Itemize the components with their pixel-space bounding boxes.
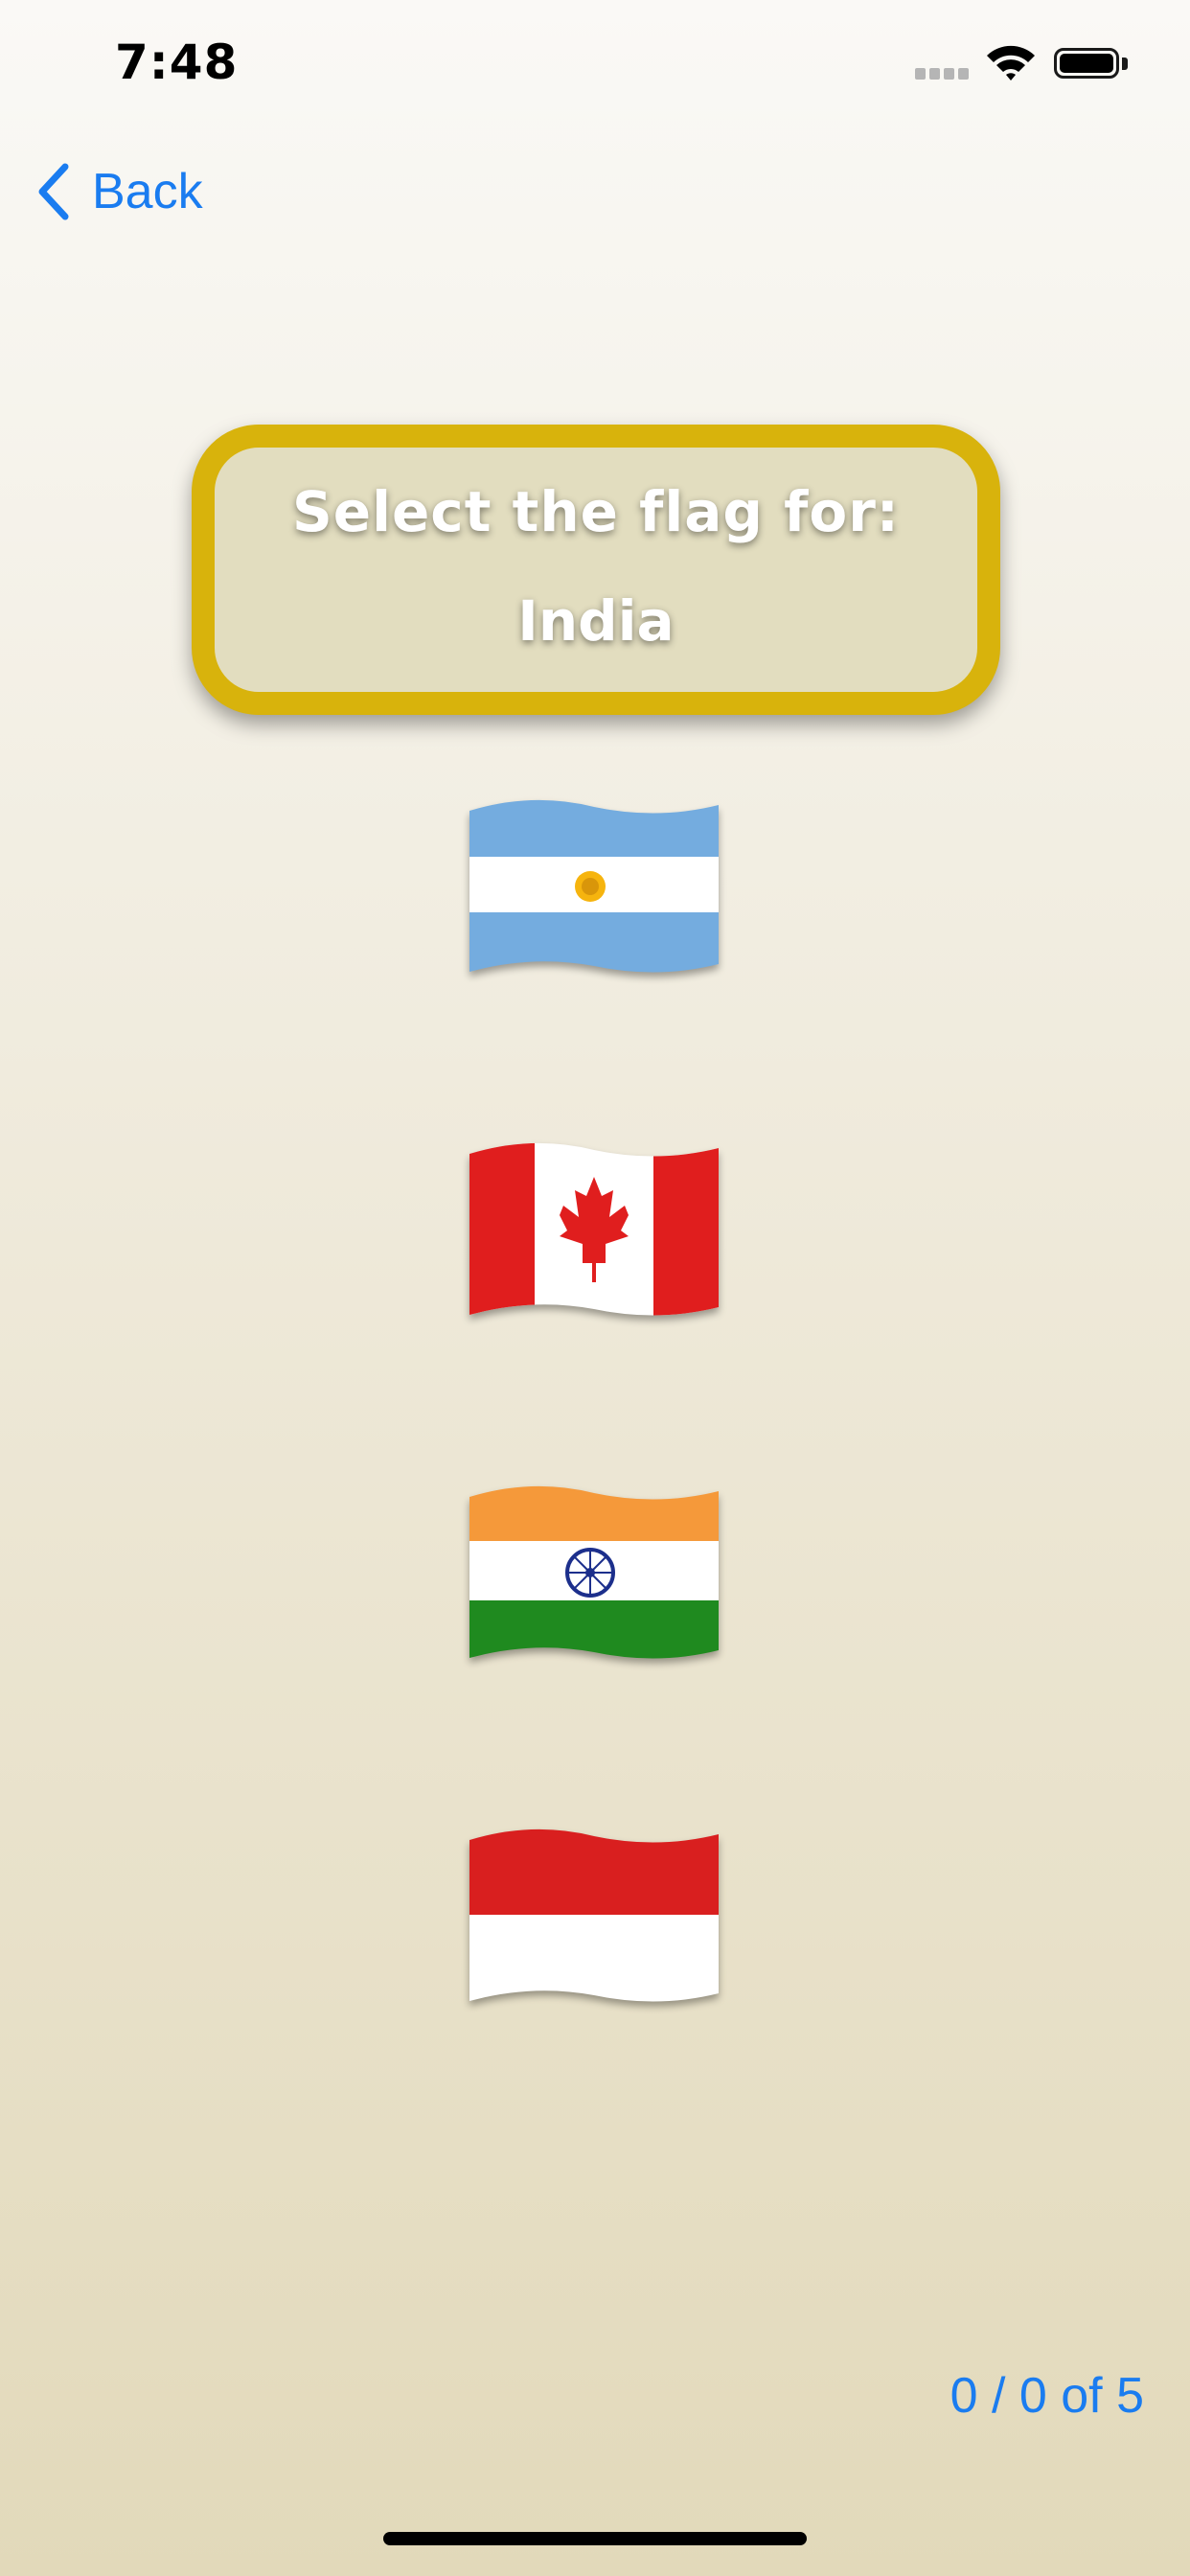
prompt-title: Select the flag for:	[291, 478, 900, 544]
status-time: 7:48	[115, 34, 239, 90]
battery-icon	[1054, 48, 1131, 82]
flag-option-canada[interactable]	[466, 1138, 722, 1326]
back-button[interactable]: Back	[34, 153, 203, 230]
score-counter: 0 / 0 of 5	[950, 2368, 1144, 2424]
signal-bars-icon	[915, 68, 971, 81]
home-indicator[interactable]	[383, 2532, 807, 2545]
canada-flag-icon	[469, 1142, 719, 1316]
argentina-flag-icon	[469, 799, 719, 973]
status-bar: 7:48	[0, 0, 1190, 125]
prompt-country: India	[517, 587, 675, 654]
wifi-icon	[984, 42, 1038, 84]
flag-option-india[interactable]	[466, 1482, 722, 1669]
india-flag-icon	[469, 1485, 719, 1659]
indonesia-flag-icon	[469, 1828, 719, 2002]
prompt-card: Select the flag for: India	[192, 425, 1000, 715]
back-label: Back	[92, 164, 203, 219]
flag-option-indonesia[interactable]	[466, 1825, 722, 2012]
flag-option-argentina[interactable]	[466, 795, 722, 983]
chevron-left-icon	[38, 163, 69, 220]
